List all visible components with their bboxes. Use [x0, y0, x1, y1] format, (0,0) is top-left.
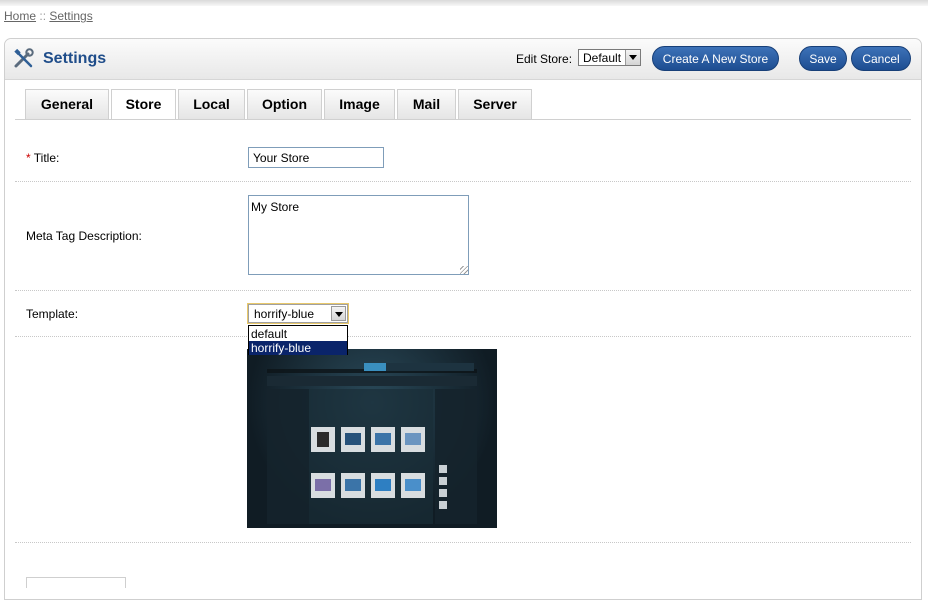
- edit-store-select[interactable]: Default: [578, 49, 641, 66]
- tab-divider: [15, 119, 911, 120]
- tab-store[interactable]: Store: [111, 89, 176, 120]
- save-button[interactable]: Save: [799, 46, 847, 71]
- row-divider: [15, 290, 911, 291]
- tab-mail[interactable]: Mail: [397, 89, 456, 119]
- chevron-down-icon[interactable]: [331, 306, 346, 321]
- template-option-horrify-blue[interactable]: horrify-blue: [249, 341, 347, 355]
- tab-general[interactable]: General: [25, 89, 109, 119]
- template-screenshot-graphic: [267, 363, 477, 524]
- template-dropdown-list[interactable]: default horrify-blue: [248, 325, 348, 355]
- tab-option[interactable]: Option: [247, 89, 322, 119]
- breadcrumb-separator: ::: [39, 9, 47, 23]
- row-divider: [15, 336, 911, 337]
- next-field-box: [26, 577, 126, 588]
- tools-icon: [14, 48, 34, 68]
- template-select-value: horrify-blue: [254, 307, 315, 321]
- breadcrumb-settings-link[interactable]: Settings: [49, 9, 92, 23]
- breadcrumb-home-link[interactable]: Home: [4, 9, 36, 23]
- cancel-button[interactable]: Cancel: [851, 46, 911, 71]
- title-input[interactable]: [248, 147, 384, 168]
- template-label: Template:: [26, 307, 79, 321]
- template-select[interactable]: horrify-blue: [247, 303, 349, 324]
- row-divider: [15, 181, 911, 182]
- tab-server[interactable]: Server: [458, 89, 532, 119]
- row-divider: [15, 542, 911, 543]
- title-label: * Title:: [26, 151, 59, 165]
- meta-description-textarea[interactable]: My Store: [248, 195, 469, 275]
- create-store-button[interactable]: Create A New Store: [652, 46, 779, 71]
- tab-image[interactable]: Image: [324, 89, 395, 119]
- template-preview-image: [247, 349, 497, 528]
- settings-panel: Settings Edit Store: Default Create A Ne…: [4, 38, 922, 600]
- template-option-default[interactable]: default: [249, 327, 347, 341]
- page-title: Settings: [43, 50, 107, 67]
- edit-store-label: Edit Store:: [516, 52, 573, 66]
- edit-store-value: Default: [583, 51, 622, 65]
- panel-header: Settings Edit Store: Default Create A Ne…: [5, 39, 921, 80]
- breadcrumb: Home :: Settings: [4, 9, 93, 23]
- meta-description-label: Meta Tag Description:: [26, 229, 142, 243]
- required-mark: *: [26, 151, 31, 165]
- title-label-text: Title:: [33, 151, 60, 165]
- resize-handle-icon[interactable]: [460, 266, 468, 274]
- tab-local[interactable]: Local: [178, 89, 245, 119]
- top-shadow-bar: [0, 0, 928, 6]
- chevron-down-icon[interactable]: [625, 50, 640, 65]
